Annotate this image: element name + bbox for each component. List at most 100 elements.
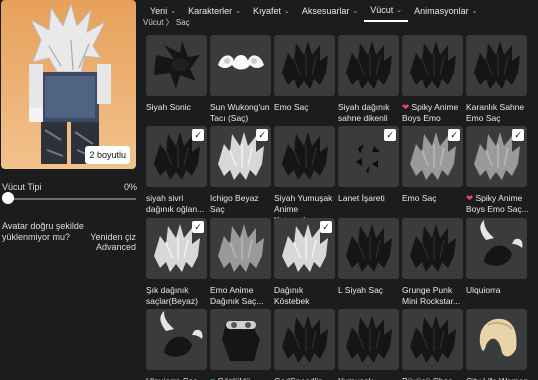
hair-image <box>474 41 520 89</box>
2d-toggle-button[interactable]: 2 boyutlu <box>85 146 130 164</box>
item-thumbnail[interactable]: ✓ <box>466 126 527 187</box>
item-card[interactable]: Karanlık Sahne Emo Saç <box>466 35 527 124</box>
item-name: Emo Saç <box>402 193 465 204</box>
item-name-text: City Life Woman <box>466 376 528 380</box>
hair-image <box>346 41 392 89</box>
chevron-down-icon: ⌄ <box>283 8 290 15</box>
hair-image <box>346 315 392 363</box>
item-card[interactable]: Sun Wukong'un Tacı (Saç) <box>210 35 271 124</box>
item-thumbnail[interactable] <box>338 218 399 279</box>
tab-karakterler[interactable]: Karakterler ⌄ <box>182 0 247 22</box>
item-thumbnail[interactable]: ✓ <box>402 126 463 187</box>
body-type-value: 0% <box>124 182 138 192</box>
item-thumbnail[interactable]: ✓ <box>146 218 207 279</box>
item-thumbnail[interactable]: ✓ <box>146 126 207 187</box>
item-thumbnail[interactable] <box>210 218 271 279</box>
item-name: Emo Anime Dağınık Saç... <box>210 285 273 307</box>
item-card[interactable]: GodSpeed'in <box>274 309 335 380</box>
item-name-text: Ichigo Beyaz Saç <box>210 193 259 214</box>
hair-image <box>222 319 260 361</box>
item-thumbnail[interactable] <box>338 35 399 96</box>
hair-image <box>479 318 517 357</box>
item-card[interactable]: L Siyah Saç <box>338 218 399 296</box>
item-thumbnail[interactable] <box>274 309 335 370</box>
item-name: Yumuşak Dağınık <box>338 376 401 380</box>
item-card[interactable]: ✓ Emo Saç <box>402 126 463 204</box>
avatar-panel: 2 boyutlu Vücut Tipi 0% Avatar doğru şek… <box>0 0 140 380</box>
tab-kıyafet[interactable]: Kıyafet ⌄ <box>247 0 296 22</box>
item-thumbnail[interactable] <box>274 126 335 187</box>
item-card[interactable]: ✓Dağınık Köstebek Anim... <box>274 218 335 318</box>
item-card[interactable]: ✓ ❤ Spiky Anime Boys Emo Saç... <box>466 126 529 215</box>
tab-aksesuarlar[interactable]: Aksesuarlar ⌄ <box>296 0 364 22</box>
item-thumbnail[interactable] <box>402 35 463 96</box>
tab-label: Yeni <box>150 6 168 16</box>
item-card[interactable]: Ulquiorra <box>466 218 527 296</box>
item-thumbnail[interactable] <box>146 309 207 370</box>
item-name-text: Emo Saç <box>274 102 309 112</box>
body-type-label: Vücut Tipi <box>2 182 42 192</box>
checkmark-icon: ✓ <box>256 129 268 141</box>
item-thumbnail[interactable] <box>466 35 527 96</box>
item-name: L Siyah Saç <box>338 285 401 296</box>
tab-vücut[interactable]: Vücut ⌄ <box>364 0 409 22</box>
category-nav: Yeni ⌄ Karakterler ⌄ Kıyafet ⌄ Aksesuarlar ⌄ Vüc… <box>140 0 538 22</box>
item-name: Ulquiorra Saç <box>146 376 209 380</box>
item-thumbnail[interactable] <box>210 309 271 370</box>
item-name: Şık dağınık saçlar(Beyaz) <box>146 285 209 307</box>
item-thumbnail[interactable] <box>402 218 463 279</box>
body-type-slider-track[interactable] <box>6 198 136 200</box>
item-thumbnail[interactable]: ✓ <box>274 218 335 279</box>
item-card[interactable]: ✓ Şık dağınık saçlar(Beyaz) <box>146 218 207 307</box>
item-thumbnail[interactable]: ✓ <box>338 126 399 187</box>
item-card[interactable]: Yumuşak Dağınık <box>338 309 399 380</box>
item-name: Büyücü Chos <box>402 376 465 380</box>
item-name-text: Spiky Anime Boys Emo Saç... <box>466 193 529 214</box>
item-card[interactable]: ✓ Ichigo Beyaz Saç <box>210 126 271 215</box>
item-thumbnail[interactable] <box>466 309 527 370</box>
chevron-down-icon: ⌄ <box>352 8 359 15</box>
item-card[interactable]: Ulquiorra Saç <box>146 309 207 380</box>
item-card[interactable]: Grunge Punk Mini Rockstar... <box>402 218 463 307</box>
hair-image <box>160 311 203 357</box>
avatar-figure <box>29 2 111 164</box>
item-card[interactable]: ✓ Lanet İşareti <box>338 126 399 204</box>
hair-image <box>218 224 264 272</box>
item-thumbnail[interactable] <box>466 218 527 279</box>
item-card[interactable]: Siyah Sonic <box>146 35 207 113</box>
body-type-slider-thumb[interactable] <box>2 192 14 204</box>
item-card[interactable]: ❤ Spiky Anime Boys Emo Saçla... <box>402 35 463 135</box>
item-name-text: Yumuşak Dağınık <box>338 376 373 380</box>
item-name-text: Büyücü Chos <box>402 376 453 380</box>
item-card[interactable]: Büyücü Chos <box>402 309 463 380</box>
tab-animasyonlar[interactable]: Animasyonlar ⌄ <box>408 0 483 22</box>
breadcrumb: Vücut 〉 Saç <box>143 18 190 27</box>
item-thumbnail[interactable] <box>274 35 335 96</box>
item-thumbnail[interactable]: ✓ <box>210 126 271 187</box>
chevron-down-icon: ⌄ <box>471 8 478 15</box>
avatar-preview[interactable]: 2 boyutlu <box>1 0 136 169</box>
item-card[interactable]: ■ Gözlüklü <box>210 309 271 380</box>
item-thumbnail[interactable] <box>402 309 463 370</box>
item-thumbnail[interactable] <box>146 35 207 96</box>
item-name-text: Emo Saç <box>402 193 437 203</box>
hair-image <box>480 220 523 266</box>
item-card[interactable]: Emo Saç <box>274 35 335 113</box>
item-card[interactable]: Emo Anime Dağınık Saç... <box>210 218 271 307</box>
item-thumbnail[interactable] <box>210 35 271 96</box>
item-name: Siyah Sonic <box>146 102 209 113</box>
redraw-link[interactable]: Yeniden çiz <box>90 232 136 242</box>
item-thumbnail[interactable] <box>338 309 399 370</box>
checkmark-icon: ✓ <box>192 221 204 233</box>
tab-label: Aksesuarlar <box>301 6 350 16</box>
item-name: ❤ Spiky Anime Boys Emo Saç... <box>466 193 529 215</box>
item-card[interactable]: Siyah Yumuşak Anime Katmanlı... <box>274 126 335 226</box>
item-name-text: Gözlüklü <box>218 376 251 380</box>
advanced-link[interactable]: Advanced <box>96 242 136 252</box>
item-card[interactable]: ✓ siyah sivri dağınık oğlan... <box>146 126 207 215</box>
hair-image <box>410 315 456 363</box>
item-card[interactable]: Siyah dağınık sahne dikenli saç <box>338 35 399 135</box>
hair-image <box>282 41 328 89</box>
item-card[interactable]: City Life Woman <box>466 309 528 380</box>
item-name-text: Emo Anime Dağınık Saç... <box>210 285 264 306</box>
